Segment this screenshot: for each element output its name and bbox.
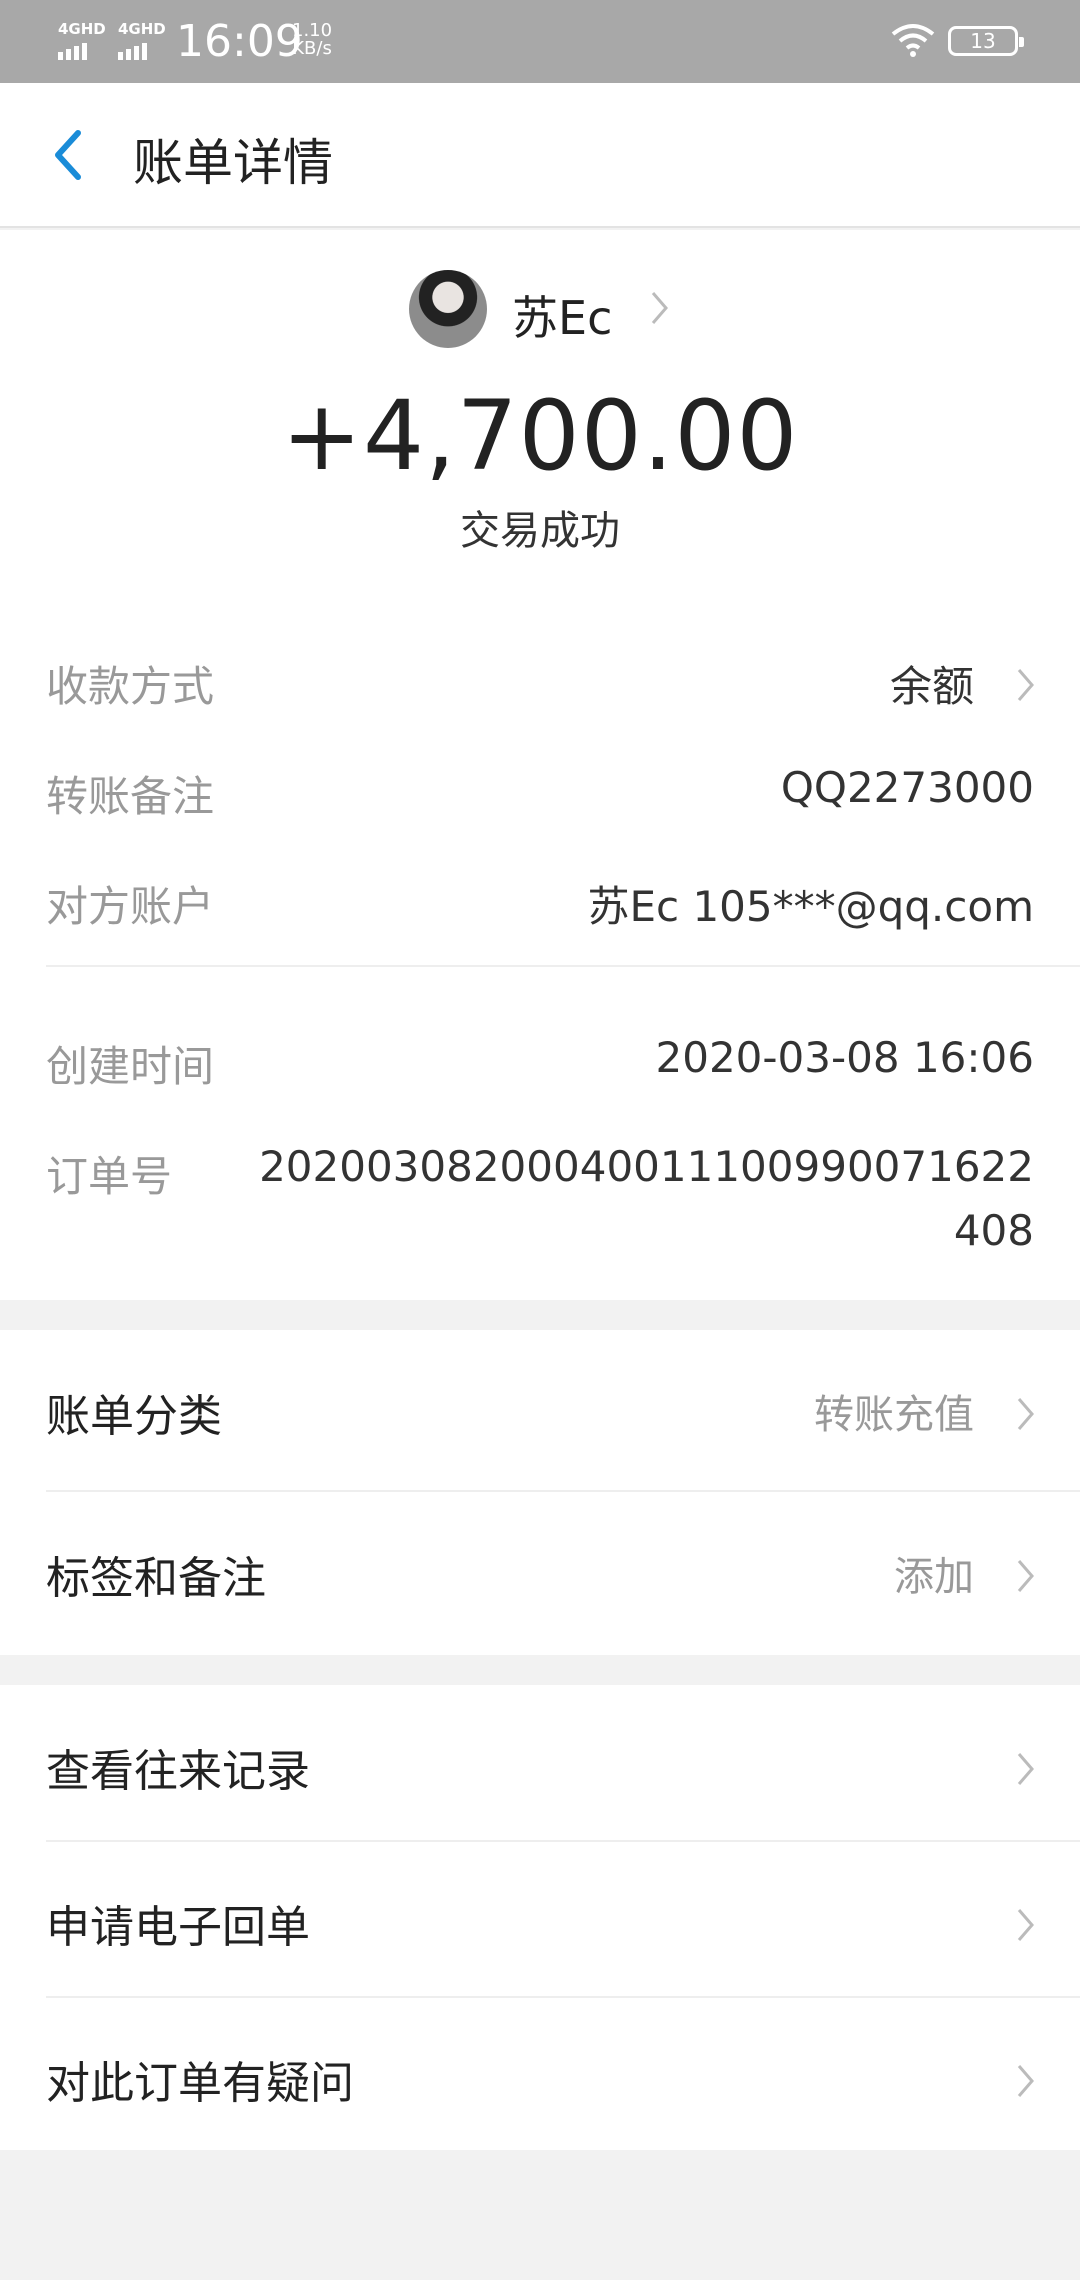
detail-row-transfer-note: 转账备注 QQ2273000 <box>0 745 1080 835</box>
detail-value: QQ2273000 <box>780 763 1034 812</box>
payer-link[interactable]: 苏Ec <box>0 270 1080 350</box>
order-number-value: 20200308200040011100990071622408 <box>259 1142 1034 1255</box>
list-item-view-history[interactable]: 查看往来记录 <box>0 1685 1080 1840</box>
avatar <box>409 270 487 348</box>
chevron-left-icon[interactable] <box>44 125 104 185</box>
detail-label: 创建时间 <box>46 1042 215 1091</box>
divider <box>46 965 1080 967</box>
list-item-bill-category[interactable]: 账单分类 转账充值 <box>0 1330 1080 1485</box>
chevron-right-icon <box>1017 1560 1034 1592</box>
list-item-order-question[interactable]: 对此订单有疑问 <box>0 1997 1080 2152</box>
list-item-label: 查看往来记录 <box>46 1746 310 1797</box>
detail-value: 苏Ec 105***@qq.com <box>587 882 1034 931</box>
chevron-right-icon <box>1017 1398 1034 1430</box>
detail-row-payment-method[interactable]: 收款方式 余额 <box>0 635 1080 725</box>
signal-bars-icon <box>118 42 166 60</box>
transaction-amount: +4,700.00 <box>281 380 799 492</box>
detail-label: 收款方式 <box>46 662 215 711</box>
list-item-label: 标签和备注 <box>46 1553 266 1604</box>
wifi-icon <box>891 24 935 57</box>
detail-value: 余额 <box>889 662 974 711</box>
transaction-status: 交易成功 <box>460 508 620 554</box>
network-type-label: 4GHD <box>118 20 166 38</box>
list-item-e-receipt[interactable]: 申请电子回单 <box>0 1841 1080 1996</box>
header-bar: 账单详情 <box>0 83 1080 228</box>
detail-label: 转账备注 <box>46 772 215 821</box>
list-item-label: 对此订单有疑问 <box>46 2058 354 2109</box>
detail-label: 订单号 <box>46 1152 173 1201</box>
speed-unit: KB/s <box>292 38 332 59</box>
page-title: 账单详情 <box>133 134 333 192</box>
list-item-value: 转账充值 <box>814 1392 974 1438</box>
list-item-value: 添加 <box>894 1554 974 1600</box>
detail-row-counterparty: 对方账户 苏Ec 105***@qq.com <box>0 855 1080 945</box>
signal-bars-icon <box>58 42 106 60</box>
list-item-label: 账单分类 <box>46 1391 222 1442</box>
signal-indicator-1: 4GHD <box>58 20 106 60</box>
chevron-right-icon <box>1017 1909 1034 1941</box>
detail-row-created-time: 创建时间 2020-03-08 16:06 <box>0 1015 1080 1105</box>
list-item-tags-notes[interactable]: 标签和备注 添加 <box>0 1492 1080 1647</box>
actions-section: 查看往来记录 申请电子回单 对此订单有疑问 <box>0 1685 1080 2150</box>
chevron-right-icon <box>1017 669 1034 701</box>
chevron-right-icon <box>1017 2065 1034 2097</box>
detail-row-order-number: 订单号 20200308200040011100990071622408 <box>0 1125 1080 1275</box>
status-bar: 4GHD 4GHD 16:09 1.10 KB/s 13 <box>0 0 1080 83</box>
transaction-summary: 苏Ec +4,700.00 交易成功 收款方式 余额 转账备注 QQ227300… <box>0 230 1080 1300</box>
chevron-right-icon <box>1017 1753 1034 1785</box>
list-item-label: 申请电子回单 <box>46 1902 310 1953</box>
payer-name: 苏Ec <box>512 291 613 345</box>
detail-label: 对方账户 <box>46 882 215 931</box>
category-section: 账单分类 转账充值 标签和备注 添加 <box>0 1330 1080 1655</box>
clock: 16:09 <box>176 16 303 67</box>
network-speed: 1.10 KB/s <box>292 22 332 58</box>
network-type-label: 4GHD <box>58 20 106 38</box>
chevron-right-icon <box>651 292 668 324</box>
signal-indicator-2: 4GHD <box>118 20 166 60</box>
battery-icon: 13 <box>948 26 1024 56</box>
detail-value: 2020-03-08 16:06 <box>655 1033 1034 1082</box>
battery-level: 13 <box>970 29 996 53</box>
